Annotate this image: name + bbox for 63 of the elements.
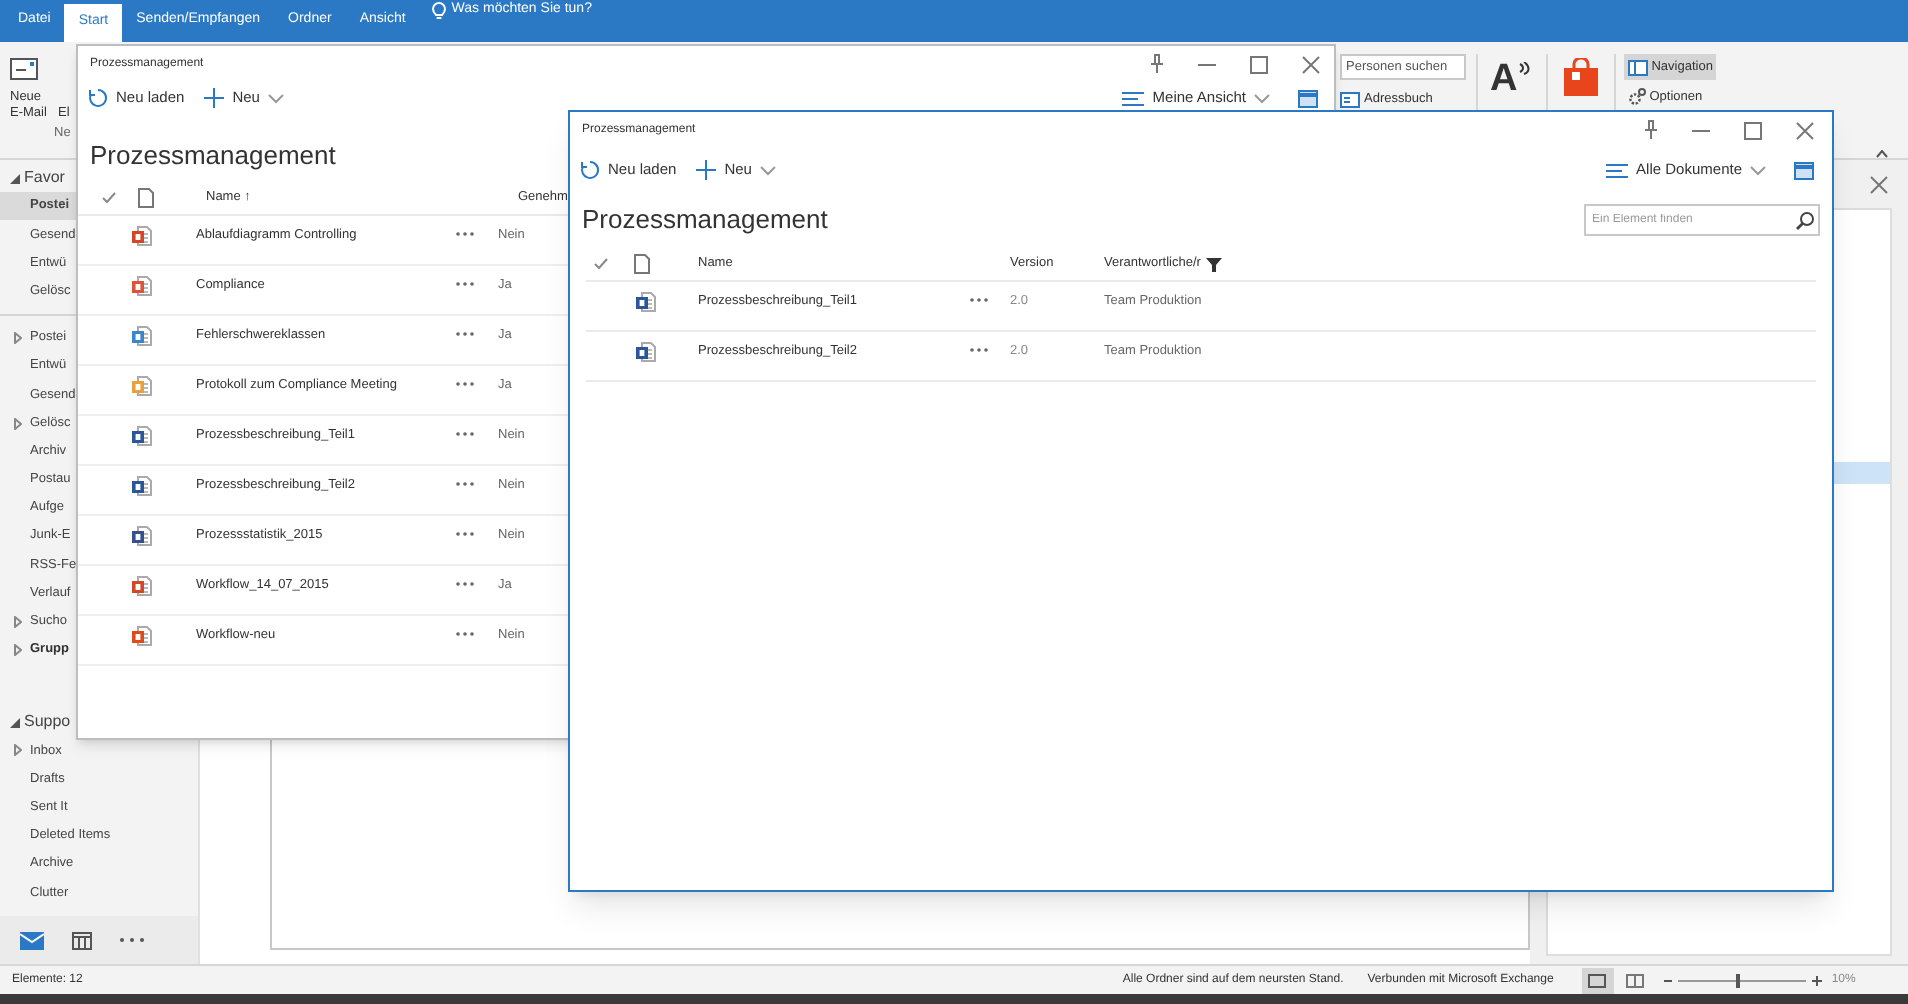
- maximize-icon[interactable]: [1744, 121, 1762, 139]
- plus-icon[interactable]: [696, 160, 717, 180]
- document-icon: [634, 254, 650, 274]
- minimize-icon[interactable]: [1198, 63, 1216, 65]
- expanded-triangle-icon[interactable]: [10, 173, 20, 184]
- store-bag-icon[interactable]: [1563, 58, 1598, 96]
- word-file-icon: [132, 476, 152, 496]
- checkmark-icon: [102, 192, 116, 204]
- chevron-down-icon[interactable]: [1254, 93, 1270, 103]
- mail-icon[interactable]: [20, 931, 44, 949]
- gear-icon: [1627, 88, 1646, 107]
- collapsed-triangle-icon[interactable]: [14, 744, 22, 757]
- collapsed-triangle-icon[interactable]: [14, 332, 22, 345]
- new-email-icon[interactable]: [10, 58, 38, 80]
- search-icon[interactable]: [1796, 211, 1814, 229]
- calendar-icon[interactable]: [72, 931, 92, 949]
- refresh-icon[interactable]: [580, 160, 600, 180]
- collapsed-triangle-icon[interactable]: [14, 417, 22, 430]
- view-list-icon[interactable]: [1122, 91, 1145, 105]
- single-page-view-icon: [1588, 973, 1607, 987]
- close-icon[interactable]: [1796, 121, 1814, 139]
- panel-icon[interactable]: [1298, 89, 1318, 107]
- plus-icon[interactable]: [204, 88, 225, 108]
- zoom-in-icon[interactable]: [1811, 975, 1822, 985]
- collapsed-triangle-icon[interactable]: [14, 615, 22, 628]
- reading-view-icon[interactable]: [1625, 973, 1644, 987]
- presentation-file-icon: [132, 226, 152, 246]
- navigation-pane-icon: [1627, 59, 1648, 75]
- collapsed-triangle-icon[interactable]: [14, 644, 22, 657]
- office-file-icon: [132, 626, 152, 646]
- filter-icon[interactable]: [1206, 257, 1223, 271]
- chart-file-icon: [132, 276, 152, 296]
- account-header[interactable]: Favor: [24, 166, 65, 191]
- presentation-file-icon: [132, 576, 152, 596]
- collapse-ribbon-icon[interactable]: [1876, 150, 1888, 158]
- page-heading: Prozessmanagement: [582, 202, 828, 239]
- zoom-slider[interactable]: [1677, 973, 1806, 987]
- chevron-down-icon[interactable]: [759, 165, 776, 175]
- refresh-icon[interactable]: [88, 88, 108, 108]
- expanded-triangle-icon[interactable]: [10, 717, 20, 728]
- pin-icon[interactable]: [1644, 120, 1658, 140]
- view-list-icon[interactable]: [1606, 163, 1629, 177]
- chevron-down-icon[interactable]: [267, 93, 284, 103]
- document-icon: [138, 188, 154, 208]
- account-header[interactable]: Suppo: [24, 710, 71, 735]
- word-file-icon: [636, 342, 656, 362]
- zoom-thumb[interactable]: [1735, 973, 1740, 987]
- page-heading: Prozessmanagement: [90, 137, 336, 174]
- maximize-icon[interactable]: [1250, 55, 1268, 73]
- diagram-file-icon: [132, 526, 152, 546]
- word-file-icon: [636, 292, 656, 312]
- envelope-file-icon: [132, 376, 152, 396]
- close-icon[interactable]: [1870, 175, 1888, 193]
- pin-icon[interactable]: [1150, 54, 1164, 74]
- lightbulb-icon: [431, 1, 446, 20]
- word-file-icon: [132, 426, 152, 446]
- panel-icon[interactable]: [1794, 161, 1814, 179]
- checkmark-icon: [594, 258, 608, 270]
- chevron-down-icon[interactable]: [1750, 165, 1766, 175]
- minimize-icon[interactable]: [1692, 129, 1710, 131]
- image-file-icon: [132, 326, 152, 346]
- close-icon[interactable]: [1302, 55, 1320, 73]
- normal-view-button[interactable]: [1581, 967, 1614, 993]
